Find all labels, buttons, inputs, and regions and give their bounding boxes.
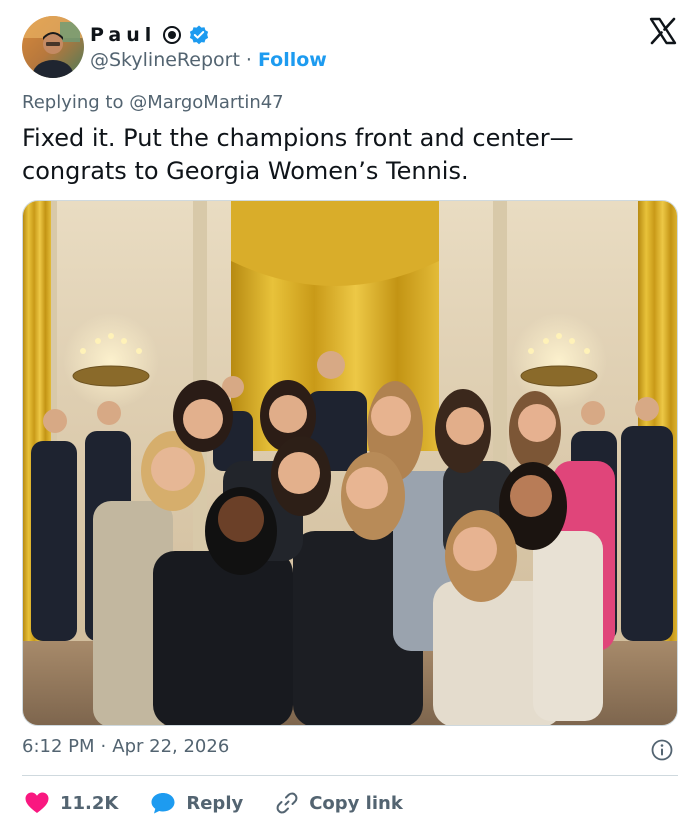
privacy-dot-icon <box>163 26 182 44</box>
follow-button[interactable]: Follow <box>258 49 327 71</box>
divider <box>22 775 678 776</box>
like-count: 11.2K <box>60 792 119 814</box>
reply-button[interactable]: Reply <box>150 791 243 815</box>
copy-link-label: Copy link <box>309 792 403 814</box>
link-icon <box>276 792 298 814</box>
heart-icon <box>25 792 49 813</box>
reply-label: Reply <box>186 792 244 814</box>
tweet-text-line-2: congrats to Georgia Women’s Tennis. <box>22 157 469 185</box>
speech-bubble-icon <box>151 793 175 814</box>
x-logo-icon[interactable] <box>648 16 678 46</box>
timestamp-separator: · <box>100 736 107 757</box>
avatar-image <box>22 16 84 78</box>
info-icon[interactable] <box>650 738 674 762</box>
copy-link-button[interactable]: Copy link <box>275 791 403 815</box>
tweet-date: Apr 22, 2026 <box>112 736 230 757</box>
tweet-text-line-1: Fixed it. Put the champions front and ce… <box>22 124 574 152</box>
replying-to: Replying to @MargoMartin47 <box>22 92 284 113</box>
avatar[interactable] <box>22 16 84 78</box>
tweet-photo[interactable] <box>22 200 678 726</box>
tweet-text: Fixed it. Put the champions front and ce… <box>22 122 672 188</box>
separator-dot: · <box>245 49 252 71</box>
display-name[interactable]: Paul <box>90 24 156 46</box>
action-bar: 11.2K Reply Copy link <box>24 788 435 818</box>
tweet-card: Paul @SkylineReport · Follow Replying to… <box>0 0 700 829</box>
tweet-time: 6:12 PM <box>22 736 95 757</box>
name-row: Paul <box>90 22 210 48</box>
verified-badge-icon <box>190 25 209 45</box>
handle[interactable]: @SkylineReport <box>90 49 240 71</box>
group-photo-image <box>23 201 677 725</box>
tweet-timestamp[interactable]: 6:12 PM · Apr 22, 2026 <box>22 736 229 757</box>
replying-to-prefix: Replying to <box>22 92 124 113</box>
like-button[interactable]: 11.2K <box>24 791 118 815</box>
handle-row: @SkylineReport · Follow <box>90 48 327 72</box>
reply-mention-link[interactable]: @MargoMartin47 <box>129 92 283 113</box>
